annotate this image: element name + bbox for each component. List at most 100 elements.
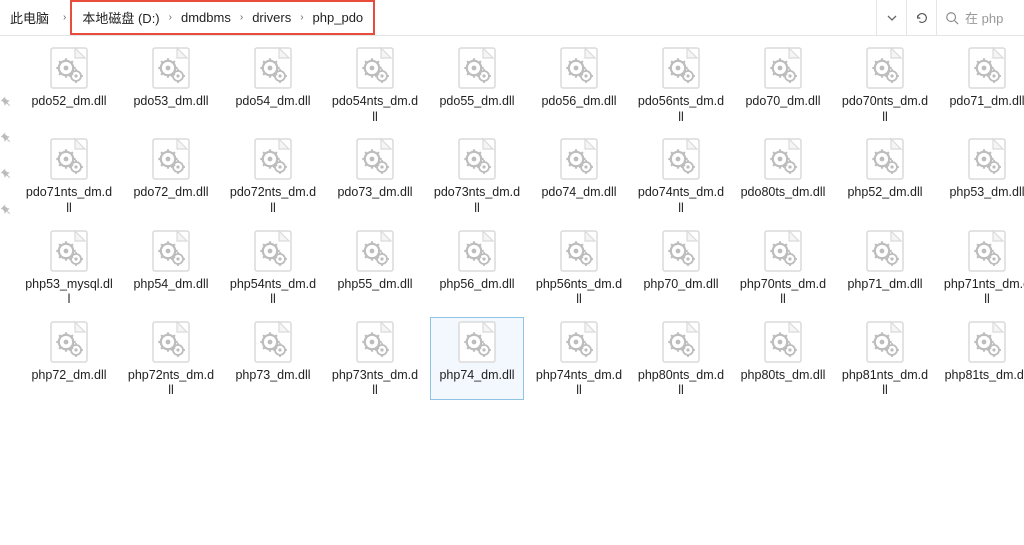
dll-file-icon bbox=[351, 318, 399, 366]
file-name-label: php54_dm.dll bbox=[133, 277, 208, 293]
file-name-label: pdo72_dm.dll bbox=[133, 185, 208, 201]
refresh-button[interactable] bbox=[906, 0, 936, 35]
file-item[interactable]: php80ts_dm.dll bbox=[737, 318, 829, 399]
file-row: pdo71nts_dm.dll pdo72_dm.dll pdo72nts_dm.d… bbox=[23, 135, 1024, 216]
refresh-icon bbox=[915, 11, 929, 25]
file-item[interactable]: php72nts_dm.dll bbox=[125, 318, 217, 399]
file-item[interactable]: pdo74_dm.dll bbox=[533, 135, 625, 216]
file-item[interactable]: php80nts_dm.dll bbox=[635, 318, 727, 399]
file-item[interactable]: pdo52_dm.dll bbox=[23, 44, 115, 125]
file-item[interactable]: pdo73_dm.dll bbox=[329, 135, 421, 216]
file-item[interactable]: php71nts_dm.dll bbox=[941, 227, 1024, 308]
breadcrumb-segment[interactable]: dmdbms bbox=[177, 10, 235, 25]
file-item[interactable]: php72_dm.dll bbox=[23, 318, 115, 399]
file-item[interactable]: pdo71_dm.dll bbox=[941, 44, 1024, 125]
file-item[interactable]: pdo53_dm.dll bbox=[125, 44, 217, 125]
file-row: pdo52_dm.dll pdo53_dm.dll pdo54_dm.dll pdo5… bbox=[23, 44, 1024, 125]
file-item[interactable]: php55_dm.dll bbox=[329, 227, 421, 308]
file-item[interactable]: pdo80ts_dm.dll bbox=[737, 135, 829, 216]
dll-file-icon bbox=[351, 44, 399, 92]
file-row: php53_mysql.dll php54_dm.dll php54nts_dm.d… bbox=[23, 227, 1024, 308]
file-item[interactable]: php53_dm.dll bbox=[941, 135, 1024, 216]
file-name-label: pdo70nts_dm.dll bbox=[841, 94, 929, 125]
dll-file-icon bbox=[147, 318, 195, 366]
file-item[interactable]: php81nts_dm.dll bbox=[839, 318, 931, 399]
file-item[interactable]: php73_dm.dll bbox=[227, 318, 319, 399]
file-item[interactable]: php52_dm.dll bbox=[839, 135, 931, 216]
file-name-label: pdo54nts_dm.dll bbox=[331, 94, 419, 125]
dll-file-icon bbox=[759, 135, 807, 183]
file-name-label: php71nts_dm.dll bbox=[943, 277, 1024, 308]
file-name-label: php73nts_dm.dll bbox=[331, 368, 419, 399]
file-name-label: php72nts_dm.dll bbox=[127, 368, 215, 399]
file-item[interactable]: php70nts_dm.dll bbox=[737, 227, 829, 308]
dll-file-icon bbox=[657, 227, 705, 275]
dll-file-icon bbox=[453, 44, 501, 92]
file-item[interactable]: php81ts_dm.dll bbox=[941, 318, 1024, 399]
file-pane[interactable]: pdo52_dm.dll pdo53_dm.dll pdo54_dm.dll pdo5… bbox=[13, 36, 1024, 545]
file-name-label: pdo55_dm.dll bbox=[439, 94, 514, 110]
file-item[interactable]: php74nts_dm.dll bbox=[533, 318, 625, 399]
dll-file-icon bbox=[861, 318, 909, 366]
file-item[interactable]: pdo71nts_dm.dll bbox=[23, 135, 115, 216]
dll-file-icon bbox=[759, 318, 807, 366]
search-placeholder: 在 php bbox=[965, 8, 1003, 27]
file-item[interactable]: pdo56_dm.dll bbox=[533, 44, 625, 125]
file-name-label: pdo73_dm.dll bbox=[337, 185, 412, 201]
dll-file-icon bbox=[249, 135, 297, 183]
file-item[interactable]: php71_dm.dll bbox=[839, 227, 931, 308]
file-name-label: pdo73nts_dm.dll bbox=[433, 185, 521, 216]
dll-file-icon bbox=[249, 44, 297, 92]
file-name-label: pdo53_dm.dll bbox=[133, 94, 208, 110]
file-item[interactable]: php73nts_dm.dll bbox=[329, 318, 421, 399]
root-label[interactable]: 此电脑 bbox=[0, 0, 59, 35]
dll-file-icon bbox=[249, 227, 297, 275]
breadcrumb-highlight: 本地磁盘 (D:)›dmdbms›drivers›php_pdo bbox=[70, 0, 375, 35]
file-name-label: php74nts_dm.dll bbox=[535, 368, 623, 399]
dll-file-icon bbox=[555, 44, 603, 92]
dll-file-icon bbox=[963, 318, 1011, 366]
file-name-label: php80nts_dm.dll bbox=[637, 368, 725, 399]
file-name-label: pdo56nts_dm.dll bbox=[637, 94, 725, 125]
file-item[interactable]: php54_dm.dll bbox=[125, 227, 217, 308]
dll-file-icon bbox=[147, 135, 195, 183]
file-item[interactable]: php56nts_dm.dll bbox=[533, 227, 625, 308]
file-item[interactable]: pdo54_dm.dll bbox=[227, 44, 319, 125]
file-name-label: php70_dm.dll bbox=[643, 277, 718, 293]
file-name-label: php80ts_dm.dll bbox=[741, 368, 826, 384]
history-dropdown-button[interactable] bbox=[876, 0, 906, 35]
quick-access-sidebar bbox=[0, 36, 13, 545]
file-item[interactable]: pdo73nts_dm.dll bbox=[431, 135, 523, 216]
dll-file-icon bbox=[351, 227, 399, 275]
file-item[interactable]: pdo72nts_dm.dll bbox=[227, 135, 319, 216]
file-name-label: pdo71_dm.dll bbox=[949, 94, 1024, 110]
dll-file-icon bbox=[453, 318, 501, 366]
file-item[interactable]: php74_dm.dll bbox=[431, 318, 523, 399]
file-item[interactable]: pdo74nts_dm.dll bbox=[635, 135, 727, 216]
file-name-label: php72_dm.dll bbox=[31, 368, 106, 384]
file-item[interactable]: pdo70nts_dm.dll bbox=[839, 44, 931, 125]
file-item[interactable]: php56_dm.dll bbox=[431, 227, 523, 308]
chevron-right-icon: › bbox=[235, 12, 248, 23]
search-input[interactable]: 在 php bbox=[936, 0, 1024, 35]
file-name-label: php54nts_dm.dll bbox=[229, 277, 317, 308]
breadcrumb-segment[interactable]: drivers bbox=[248, 10, 295, 25]
file-item[interactable]: pdo56nts_dm.dll bbox=[635, 44, 727, 125]
file-item[interactable]: php53_mysql.dll bbox=[23, 227, 115, 308]
breadcrumb-segment[interactable]: 本地磁盘 (D:) bbox=[78, 8, 163, 27]
file-name-label: php73_dm.dll bbox=[235, 368, 310, 384]
dll-file-icon bbox=[351, 135, 399, 183]
dll-file-icon bbox=[759, 44, 807, 92]
chevron-right-icon: › bbox=[295, 12, 308, 23]
file-item[interactable]: pdo70_dm.dll bbox=[737, 44, 829, 125]
dll-file-icon bbox=[555, 227, 603, 275]
file-item[interactable]: pdo54nts_dm.dll bbox=[329, 44, 421, 125]
file-name-label: pdo70_dm.dll bbox=[745, 94, 820, 110]
file-name-label: php71_dm.dll bbox=[847, 277, 922, 293]
file-item[interactable]: pdo55_dm.dll bbox=[431, 44, 523, 125]
file-item[interactable]: pdo72_dm.dll bbox=[125, 135, 217, 216]
address-bar: 此电脑 › 本地磁盘 (D:)›dmdbms›drivers›php_pdo 在… bbox=[0, 0, 1024, 36]
file-item[interactable]: php54nts_dm.dll bbox=[227, 227, 319, 308]
breadcrumb-segment[interactable]: php_pdo bbox=[309, 10, 368, 25]
file-item[interactable]: php70_dm.dll bbox=[635, 227, 727, 308]
